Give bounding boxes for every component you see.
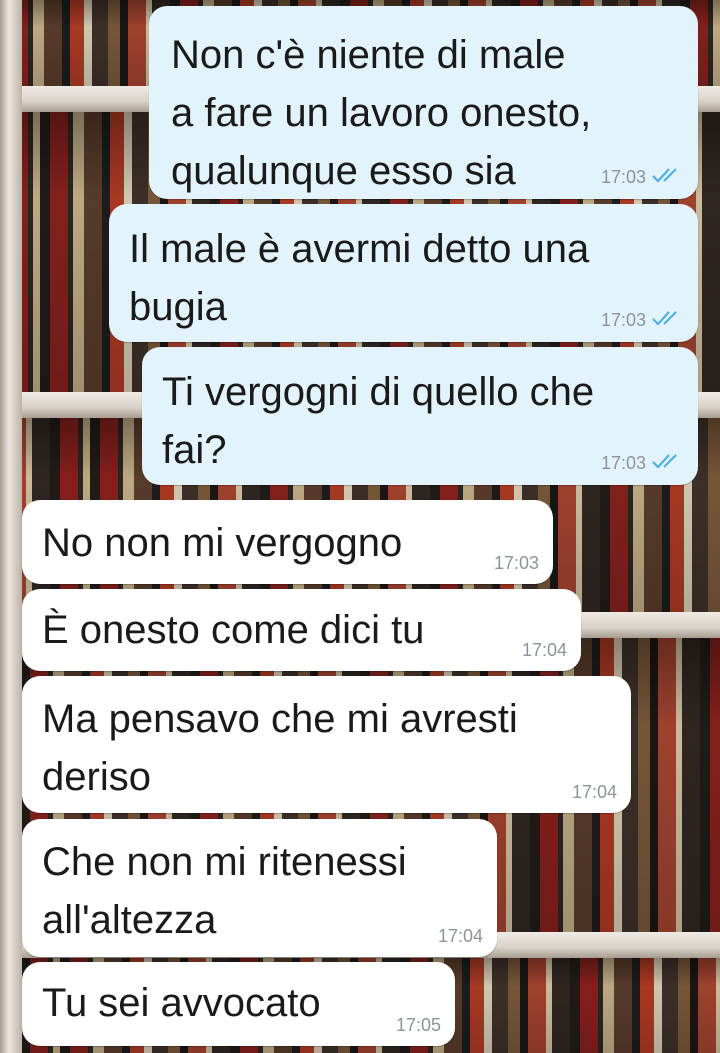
incoming-message[interactable]: Tu sei avvocato 17:05 [22,962,455,1046]
incoming-message[interactable]: No non mi vergogno 17:03 [22,500,553,584]
message-text: Non c'è niente di male a fare un lavoro … [171,33,592,193]
outgoing-message[interactable]: Il male è avermi detto una bugia 17:03 [109,204,698,342]
message-time: 17:03 [600,167,646,187]
message-meta: 17:03 [601,166,684,189]
message-time: 17:04 [437,926,483,946]
message-time: 17:03 [493,553,539,573]
incoming-message[interactable]: Che non mi ritenessi all'altezza 17:04 [22,819,497,957]
message-meta: 17:04 [438,926,483,947]
message-text: Il male è avermi detto una bugia [129,227,590,329]
message-text: È onesto come dici tu [42,608,425,652]
outgoing-message[interactable]: Non c'è niente di male a fare un lavoro … [149,6,698,199]
message-text: Che non mi ritenessi all'altezza [42,840,407,942]
double-check-read-icon [652,309,684,332]
incoming-message[interactable]: È onesto come dici tu 17:04 [22,589,581,671]
message-text: Ma pensavo che mi avresti deriso [42,697,518,799]
message-time: 17:03 [600,310,646,330]
message-meta: 17:03 [494,553,539,574]
message-meta: 17:03 [601,309,684,332]
message-time: 17:04 [521,640,567,660]
message-list[interactable]: Non c'è niente di male a fare un lavoro … [0,0,720,1053]
message-text: Tu sei avvocato [42,981,321,1025]
outgoing-message[interactable]: Ti vergogni di quello che fai? 17:03 [142,347,698,485]
message-meta: 17:05 [396,1015,441,1036]
message-text: Ti vergogni di quello che fai? [162,370,595,472]
message-time: 17:03 [600,453,646,473]
message-meta: 17:03 [601,452,684,475]
incoming-message[interactable]: Ma pensavo che mi avresti deriso 17:04 [22,676,631,813]
double-check-read-icon [652,166,684,189]
message-text: No non mi vergogno [42,521,403,565]
message-time: 17:05 [395,1015,441,1035]
message-time: 17:04 [571,782,617,802]
double-check-read-icon [652,452,684,475]
message-meta: 17:04 [572,782,617,803]
message-meta: 17:04 [522,640,567,661]
